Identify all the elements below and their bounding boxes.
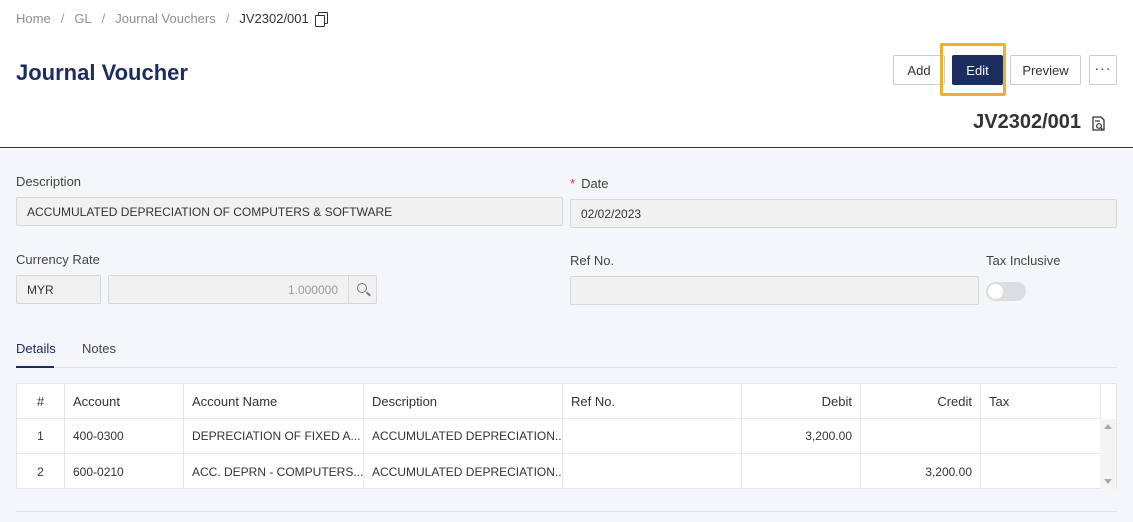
description-cell[interactable]: ACCUMULATED DEPRECIATION...	[364, 419, 563, 453]
column-header-account[interactable]: Account	[65, 384, 184, 418]
ref-no-label: Ref No.	[570, 253, 615, 268]
date-label: * Date	[570, 176, 609, 191]
debit-cell[interactable]: 3,200.00	[742, 419, 861, 453]
table-row[interactable]: 2 600-0210 ACC. DEPRN - COMPUTERS... ACC…	[17, 454, 1100, 489]
account-name-cell[interactable]: DEPRECIATION OF FIXED A...	[184, 419, 364, 453]
page-header: Home / GL / Journal Vouchers / JV2302/00…	[0, 0, 1133, 148]
column-header-credit[interactable]: Credit	[861, 384, 981, 418]
tab-notes[interactable]: Notes	[82, 341, 116, 356]
row-number: 2	[17, 454, 65, 489]
document-number: JV2302/001	[973, 111, 1081, 133]
column-header-description[interactable]: Description	[364, 384, 563, 418]
column-header-debit[interactable]: Debit	[742, 384, 861, 418]
column-header-number[interactable]: #	[17, 384, 65, 418]
tab-bar: Details Notes	[16, 341, 1117, 368]
breadcrumb: Home / GL / Journal Vouchers / JV2302/00…	[16, 11, 328, 27]
credit-cell[interactable]	[861, 419, 981, 453]
breadcrumb-home[interactable]: Home	[16, 11, 51, 26]
table-row[interactable]: 1 400-0300 DEPRECIATION OF FIXED A... AC…	[17, 419, 1100, 454]
breadcrumb-separator: /	[60, 11, 65, 26]
credit-cell[interactable]: 3,200.00	[861, 454, 981, 489]
breadcrumb-journal-vouchers[interactable]: Journal Vouchers	[115, 11, 215, 26]
column-header-tax[interactable]: Tax	[981, 384, 1100, 418]
copy-icon[interactable]	[314, 11, 328, 27]
preview-button[interactable]: Preview	[1010, 55, 1081, 85]
breadcrumb-current: JV2302/001	[239, 11, 309, 26]
edit-button[interactable]: Edit	[952, 55, 1003, 85]
description-label: Description	[16, 174, 82, 189]
row-number: 1	[17, 419, 65, 453]
required-mark: *	[570, 176, 576, 191]
tax-cell[interactable]	[981, 454, 1100, 489]
account-name-cell[interactable]: ACC. DEPRN - COMPUTERS...	[184, 454, 364, 489]
tax-cell[interactable]	[981, 419, 1100, 453]
search-icon	[357, 283, 367, 293]
details-table: # Account Account Name Description Ref N…	[16, 383, 1117, 489]
ref-no-field[interactable]	[570, 276, 979, 305]
ref-no-cell[interactable]	[563, 454, 742, 489]
currency-code-field[interactable]: MYR	[16, 275, 101, 304]
column-header-ref-no[interactable]: Ref No.	[563, 384, 742, 418]
more-options-button[interactable]: ···	[1089, 55, 1117, 85]
account-cell[interactable]: 600-0210	[65, 454, 184, 489]
currency-rate-field[interactable]: 1.000000	[108, 275, 349, 304]
form-area: Description ACCUMULATED DEPRECIATION OF …	[0, 149, 1133, 522]
debit-cell[interactable]	[742, 454, 861, 489]
account-cell[interactable]: 400-0300	[65, 419, 184, 453]
tax-inclusive-label: Tax Inclusive	[986, 253, 1061, 268]
description-field[interactable]: ACCUMULATED DEPRECIATION OF COMPUTERS & …	[16, 197, 563, 226]
ref-no-cell[interactable]	[563, 419, 742, 453]
description-cell[interactable]: ACCUMULATED DEPRECIATION...	[364, 454, 563, 489]
add-button[interactable]: Add	[893, 55, 945, 85]
scroll-up-icon[interactable]	[1104, 424, 1112, 429]
table-header-row: # Account Account Name Description Ref N…	[17, 384, 1100, 419]
scroll-down-icon[interactable]	[1104, 479, 1112, 484]
toolbar: Add Edit Preview ···	[0, 55, 1133, 85]
divider	[16, 511, 1117, 512]
breadcrumb-gl[interactable]: GL	[74, 11, 91, 26]
date-field[interactable]: 02/02/2023	[570, 199, 1117, 228]
vertical-scrollbar[interactable]	[1100, 419, 1116, 489]
breadcrumb-separator: /	[101, 11, 106, 26]
date-label-text: Date	[581, 176, 609, 191]
currency-rate-label: Currency Rate	[16, 252, 100, 267]
breadcrumb-separator: /	[225, 11, 230, 26]
column-header-account-name[interactable]: Account Name	[184, 384, 364, 418]
tab-details[interactable]: Details	[16, 341, 56, 368]
document-search-icon[interactable]	[1092, 116, 1105, 131]
currency-search-button[interactable]	[348, 275, 377, 304]
tax-inclusive-toggle[interactable]	[986, 282, 1026, 301]
scrollbar-header-spacer	[1100, 384, 1116, 419]
